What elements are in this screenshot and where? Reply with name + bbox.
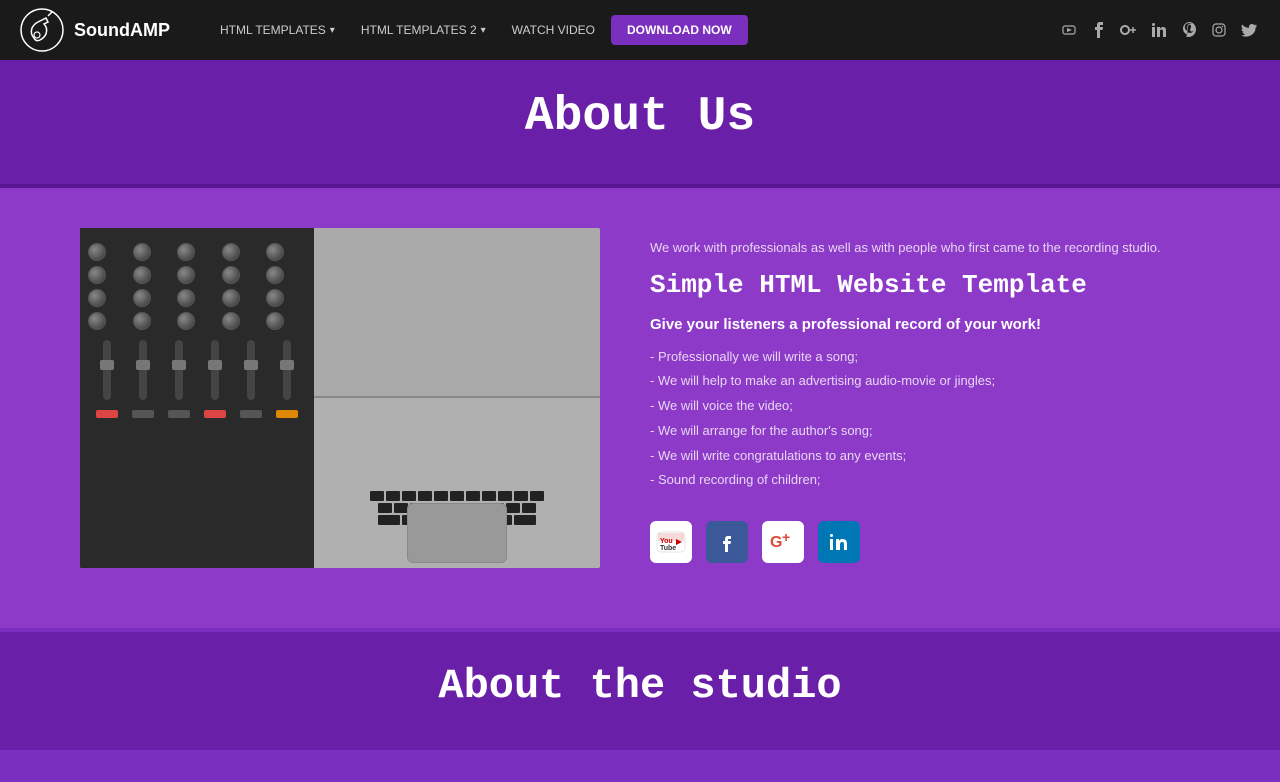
nav-facebook-icon[interactable] [1088, 19, 1110, 41]
content-right: We work with professionals as well as wi… [650, 228, 1200, 563]
bottom-section: About the studio [0, 632, 1280, 750]
svg-text:+: + [782, 532, 790, 545]
studio-image [80, 228, 600, 568]
nav-linkedin-icon[interactable] [1148, 19, 1170, 41]
svg-text:Tube: Tube [660, 545, 676, 552]
list-item: - Sound recording of children; [650, 470, 1200, 491]
nav-html-templates[interactable]: HTML TEMPLATES [210, 17, 345, 43]
list-item: - We will help to make an advertising au… [650, 371, 1200, 392]
content-social-icons: You Tube G + [650, 521, 1200, 563]
hero-title: About Us [20, 90, 1260, 144]
content-googleplus-icon[interactable]: G + [762, 521, 804, 563]
content-facebook-icon[interactable] [706, 521, 748, 563]
list-item: - We will write congratulations to any e… [650, 446, 1200, 467]
nav-watch-video[interactable]: WATCH VIDEO [502, 17, 605, 43]
content-tagline: Give your listeners a professional recor… [650, 316, 1200, 333]
content-list: - Professionally we will write a song; -… [650, 347, 1200, 492]
content-title: Simple HTML Website Template [650, 270, 1200, 300]
brand-name: SoundAMP [74, 20, 170, 41]
navbar: SoundAMP HTML TEMPLATES HTML TEMPLATES 2… [0, 0, 1280, 60]
bottom-title: About the studio [20, 662, 1260, 710]
nav-links: HTML TEMPLATES HTML TEMPLATES 2 WATCH VI… [210, 15, 1058, 45]
list-item: - Professionally we will write a song; [650, 347, 1200, 368]
content-subtitle: We work with professionals as well as wi… [650, 238, 1200, 258]
laptop-panel [314, 228, 600, 568]
nav-instagram-icon[interactable] [1208, 19, 1230, 41]
svg-text:G: G [770, 534, 782, 551]
nav-pinterest-icon[interactable] [1178, 19, 1200, 41]
nav-twitter-icon[interactable] [1238, 19, 1260, 41]
mixer-panel [80, 228, 314, 568]
nav-html-templates-2[interactable]: HTML TEMPLATES 2 [351, 17, 496, 43]
list-item: - We will voice the video; [650, 396, 1200, 417]
guitar-icon [20, 8, 64, 52]
nav-googleplus-icon[interactable] [1118, 19, 1140, 41]
main-content: We work with professionals as well as wi… [0, 188, 1280, 628]
svg-text:You: You [660, 538, 673, 545]
brand[interactable]: SoundAMP [20, 8, 170, 52]
download-now-button[interactable]: DOWNLOAD NOW [611, 15, 748, 45]
content-youtube-icon[interactable]: You Tube [650, 521, 692, 563]
list-item: - We will arrange for the author's song; [650, 421, 1200, 442]
nav-youtube-icon[interactable] [1058, 19, 1080, 41]
hero-section: About Us [0, 60, 1280, 184]
nav-social-icons [1058, 19, 1260, 41]
content-linkedin-icon[interactable] [818, 521, 860, 563]
